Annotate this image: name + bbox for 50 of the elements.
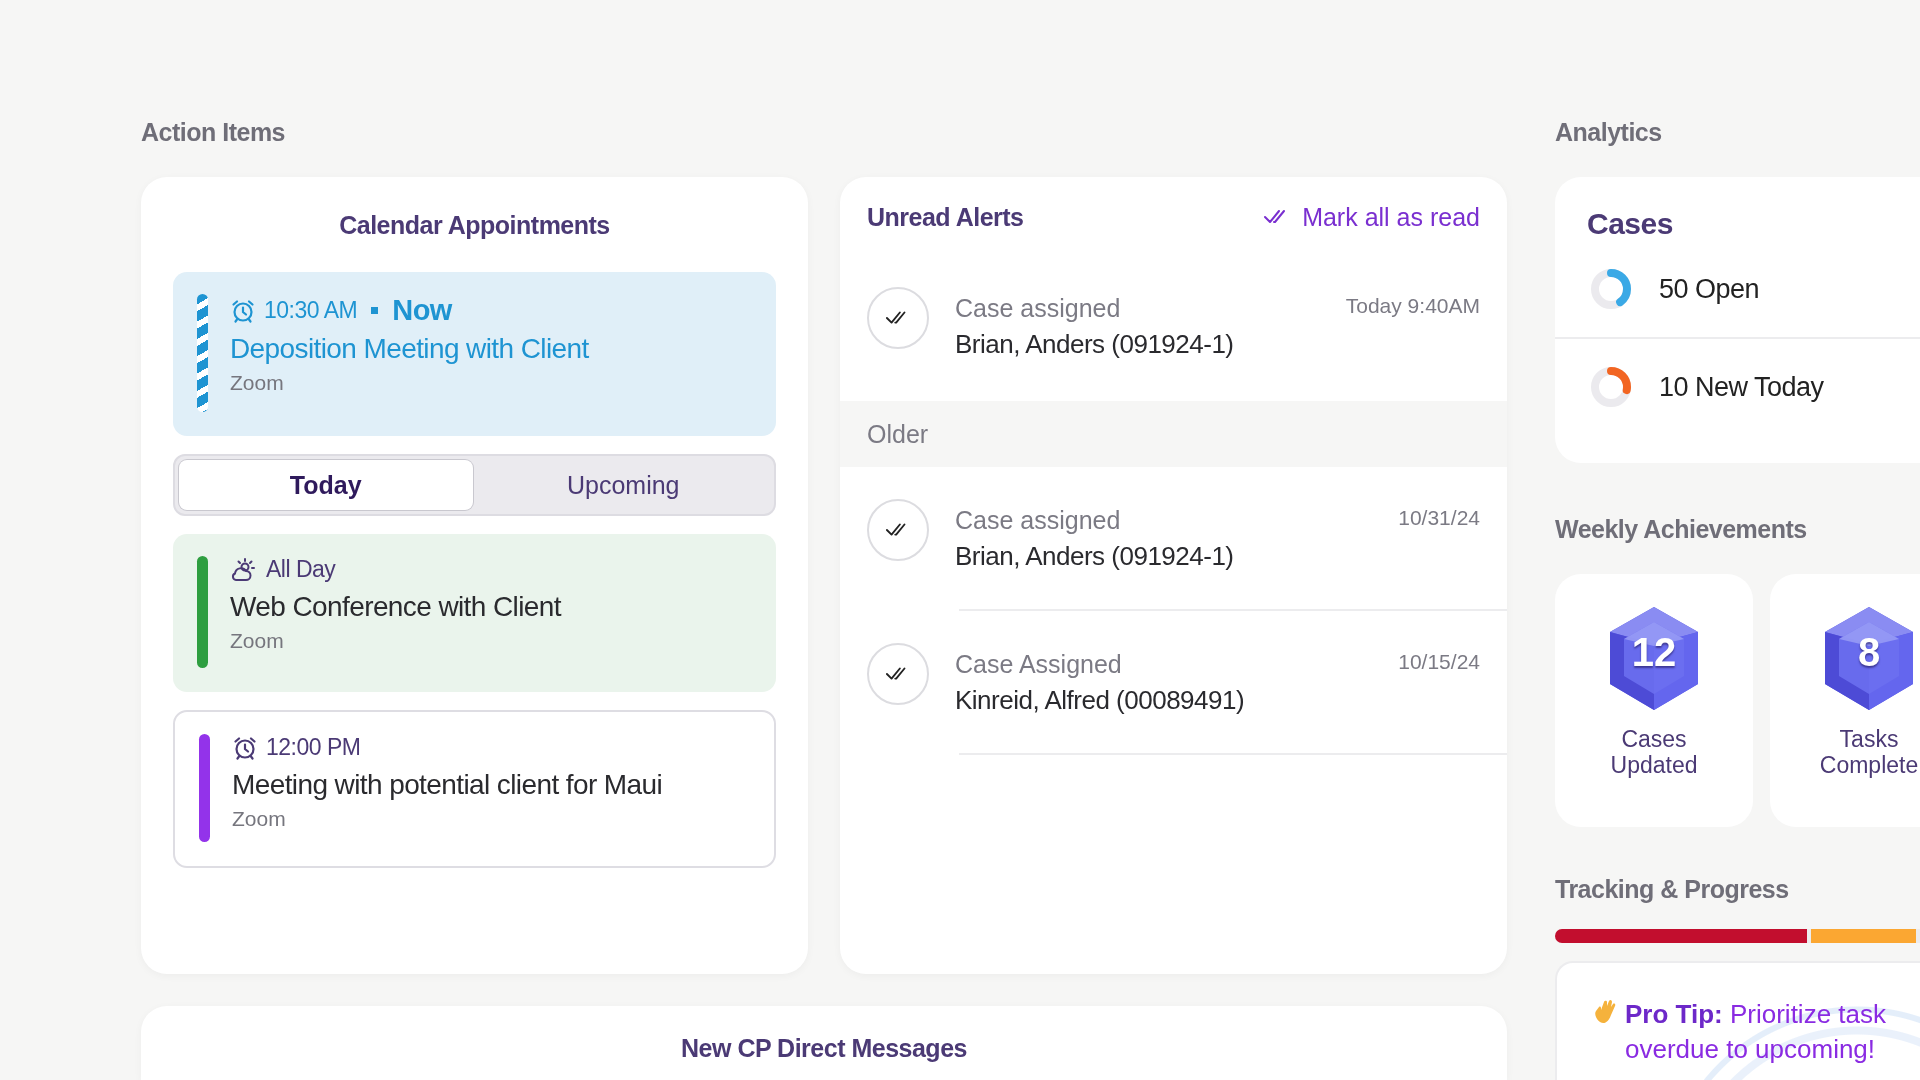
alert-case-name: Kinreid, Alfred (00089491)	[955, 685, 1246, 716]
event-time: All Day	[266, 556, 336, 583]
group-header: Older	[840, 401, 1507, 467]
alert-date: 10/31/24	[1398, 506, 1480, 531]
card-title: Unread Alerts	[867, 202, 1024, 232]
card-title: Cases	[1587, 207, 1673, 241]
tab[interactable]: Upcoming	[476, 460, 770, 510]
alert-type: Case assigned	[955, 294, 1121, 323]
stat-label: 50 Open	[1659, 273, 1760, 305]
alert-item[interactable]: Case assigned 10/31/24 Brian, Anders (091924-1)	[840, 467, 1507, 609]
event-location: Zoom	[230, 371, 285, 395]
read-check-button[interactable]	[867, 287, 929, 349]
alert-type: Case Assigned	[955, 650, 1122, 679]
status-label: Now	[392, 294, 452, 327]
alert-type: Case assigned	[955, 506, 1121, 535]
section-heading: Action Items	[141, 118, 287, 148]
event-title: Web Conference with Client	[230, 591, 561, 623]
alert-date: 10/15/24	[1398, 650, 1480, 675]
card-title: New CP Direct Messages	[681, 1034, 967, 1063]
card-title: Calendar Appointments	[339, 211, 610, 240]
achievement-label: Cases Updated	[1609, 726, 1699, 779]
alert-item[interactable]: Case Assigned 10/15/24 Kinreid, Alfred (00089491)	[840, 611, 1507, 753]
section-heading: Weekly Achievements	[1555, 515, 1808, 545]
alert-case-name: Brian, Anders (091924-1)	[955, 329, 1235, 360]
alarm-clock-icon	[232, 734, 258, 761]
section-heading: Tracking & Progress	[1555, 875, 1790, 905]
event-card[interactable]: 12:00 PM Meeting with potential client for Maui Zoom	[173, 710, 776, 868]
section-heading: Analytics	[1555, 118, 1663, 148]
alert-case-name: Brian, Anders (091924-1)	[955, 541, 1235, 572]
event-title: Meeting with potential client for Maui	[232, 769, 663, 801]
stat-label: 10 New Today	[1659, 371, 1824, 403]
pro-tip-text: Pro Tip: Prioritize task overdue to upcoming!	[1625, 998, 1886, 1067]
read-check-button[interactable]	[867, 643, 929, 705]
event-location: Zoom	[230, 629, 285, 653]
achievement-label: Tasks Complete	[1818, 726, 1920, 779]
badge-count: 12	[1630, 630, 1678, 675]
alert-date: Today 9:40AM	[1345, 294, 1480, 319]
event-time: 12:00 PM	[266, 734, 361, 761]
alarm-clock-icon	[230, 297, 256, 324]
event-title: Deposition Meeting with Client	[230, 333, 589, 365]
event-card[interactable]: 10:30 AM Now Deposition Meeting with Client Zoom	[173, 272, 776, 436]
event-card[interactable]: All Day Web Conference with Client Zoom	[173, 534, 776, 692]
event-time: 10:30 AM	[264, 297, 358, 324]
mark-all-read-button[interactable]: Mark all as read	[1264, 202, 1480, 232]
sun-cloud-icon	[230, 556, 258, 583]
tab[interactable]: Today	[179, 460, 473, 510]
alert-item[interactable]: Case assigned Today 9:40AM Brian, Anders (091924-1)	[840, 251, 1507, 401]
event-location: Zoom	[232, 807, 287, 831]
badge-count: 8	[1856, 630, 1882, 675]
read-check-button[interactable]	[867, 499, 929, 561]
